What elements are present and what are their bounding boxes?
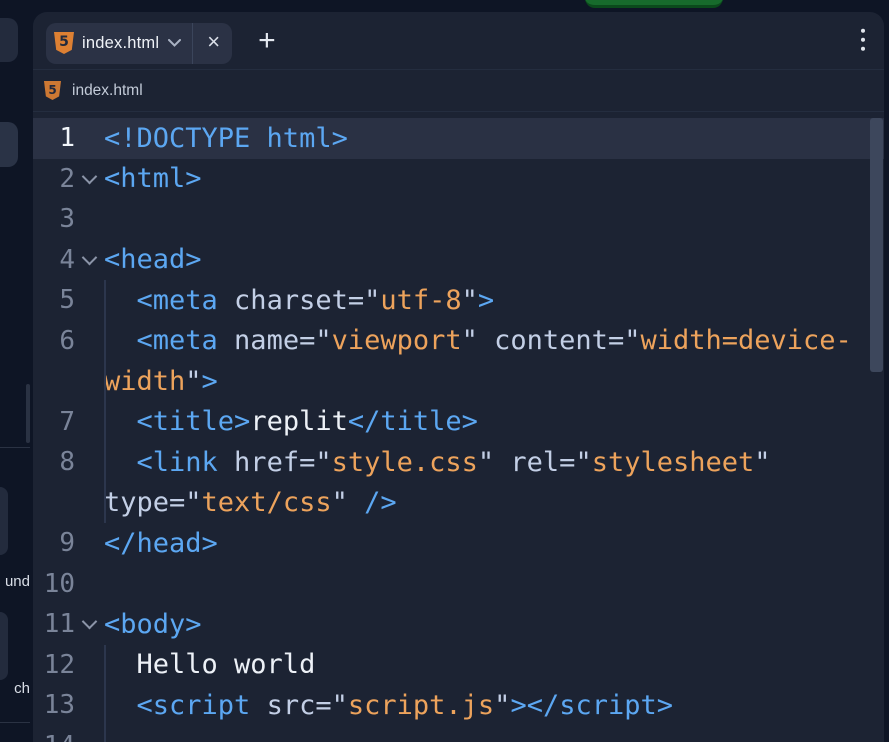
rail-item-partial[interactable] bbox=[0, 487, 8, 555]
line-number: 7 bbox=[33, 407, 104, 437]
rail-item-label-partial[interactable]: ch bbox=[0, 680, 30, 697]
tab-label: index.html bbox=[82, 34, 159, 53]
breadcrumb[interactable]: 5 index.html bbox=[33, 70, 884, 112]
line-number: 3 bbox=[33, 204, 104, 234]
line-number: 12 bbox=[33, 650, 104, 680]
code-line[interactable]: 3 bbox=[33, 199, 884, 240]
indent-guide bbox=[104, 402, 106, 443]
rail-item-label-partial[interactable]: und bbox=[0, 573, 30, 590]
code-line[interactable]: 12 Hello world bbox=[33, 645, 884, 686]
code-line[interactable]: 10 bbox=[33, 564, 884, 605]
rail-scrollbar[interactable] bbox=[26, 384, 30, 443]
code-text: <script src="script.js"></script> bbox=[104, 685, 673, 726]
close-tab-icon[interactable]: × bbox=[204, 31, 223, 55]
rail-divider bbox=[0, 447, 30, 448]
rail-divider bbox=[0, 722, 30, 723]
code-line-wrap[interactable]: type="text/css" /> bbox=[33, 483, 884, 524]
chevron-down-icon[interactable] bbox=[168, 39, 181, 47]
breadcrumb-file: index.html bbox=[72, 82, 143, 100]
code-line[interactable]: 13 <script src="script.js"></script> bbox=[33, 685, 884, 726]
html5-icon: 5 bbox=[54, 32, 74, 54]
line-number: 5 bbox=[33, 285, 104, 315]
tab-index-html[interactable]: 5 index.html × bbox=[46, 23, 232, 64]
line-number: 6 bbox=[33, 326, 104, 356]
line-number: 11 bbox=[33, 609, 104, 639]
replit-workspace: und ch 5 index.html × + 5 index.html bbox=[0, 0, 889, 742]
rail-item-partial[interactable] bbox=[0, 18, 18, 62]
indent-guide bbox=[104, 280, 106, 321]
code-text: <meta name="viewport" content="width=dev… bbox=[104, 321, 852, 362]
code-text: <title>replit</title> bbox=[104, 402, 478, 443]
code-line[interactable]: 11<body> bbox=[33, 604, 884, 645]
code-text: Hello world bbox=[104, 645, 315, 686]
code-line[interactable]: 5 <meta charset="utf-8"> bbox=[33, 280, 884, 321]
indent-guide bbox=[104, 483, 106, 524]
code-line[interactable]: 14 bbox=[33, 726, 884, 742]
line-number: 2 bbox=[33, 164, 104, 194]
line-number: 4 bbox=[33, 245, 104, 275]
run-button[interactable] bbox=[585, 0, 723, 8]
code-line[interactable]: 6 <meta name="viewport" content="width=d… bbox=[33, 321, 884, 362]
code-text: <body> bbox=[104, 604, 202, 645]
indent-guide bbox=[104, 645, 106, 686]
tab-separator bbox=[192, 23, 193, 64]
line-number: 14 bbox=[33, 731, 104, 742]
code-text: <!DOCTYPE html> bbox=[104, 118, 348, 159]
code-line[interactable]: 9</head> bbox=[33, 523, 884, 564]
code-rows: 1<!DOCTYPE html>2<html>34<head>5 <meta c… bbox=[33, 118, 884, 742]
rail-item-partial[interactable] bbox=[0, 612, 8, 680]
code-text: <link href="style.css" rel="stylesheet" bbox=[104, 442, 771, 483]
editor-scrollbar[interactable] bbox=[870, 118, 883, 372]
rail-item-partial[interactable] bbox=[0, 122, 18, 167]
new-tab-button[interactable]: + bbox=[258, 26, 276, 60]
indent-guide bbox=[104, 442, 106, 483]
indent-guide bbox=[104, 726, 106, 742]
code-line[interactable]: 2<html> bbox=[33, 159, 884, 200]
code-text: width"> bbox=[104, 361, 218, 402]
line-number: 9 bbox=[33, 528, 104, 558]
code-text: <meta charset="utf-8"> bbox=[104, 280, 494, 321]
indent-guide bbox=[104, 321, 106, 362]
fold-chevron-icon[interactable] bbox=[82, 250, 98, 266]
indent-guide bbox=[104, 361, 106, 402]
code-line[interactable]: 8 <link href="style.css" rel="stylesheet… bbox=[33, 442, 884, 483]
code-editor[interactable]: 1<!DOCTYPE html>2<html>34<head>5 <meta c… bbox=[33, 112, 884, 742]
code-line-wrap[interactable]: width"> bbox=[33, 361, 884, 402]
fold-chevron-icon[interactable] bbox=[82, 614, 98, 630]
kebab-menu-icon[interactable] bbox=[857, 24, 869, 54]
fold-chevron-icon[interactable] bbox=[82, 169, 98, 185]
code-line[interactable]: 4<head> bbox=[33, 240, 884, 281]
html5-icon: 5 bbox=[44, 81, 61, 100]
tab-bar: 5 index.html × + bbox=[33, 12, 884, 70]
line-number: 8 bbox=[33, 447, 104, 477]
code-text: </head> bbox=[104, 523, 218, 564]
code-text: <head> bbox=[104, 240, 202, 281]
line-number: 1 bbox=[33, 123, 104, 153]
indent-guide bbox=[104, 685, 106, 726]
code-text: <html> bbox=[104, 159, 202, 200]
line-number: 10 bbox=[33, 569, 104, 599]
code-line[interactable]: 7 <title>replit</title> bbox=[33, 402, 884, 443]
code-line[interactable]: 1<!DOCTYPE html> bbox=[33, 118, 884, 159]
code-text: type="text/css" /> bbox=[104, 483, 397, 524]
line-number: 13 bbox=[33, 690, 104, 720]
editor-pane: 5 index.html × + 5 index.html 1<!DOCTYPE… bbox=[33, 12, 884, 742]
